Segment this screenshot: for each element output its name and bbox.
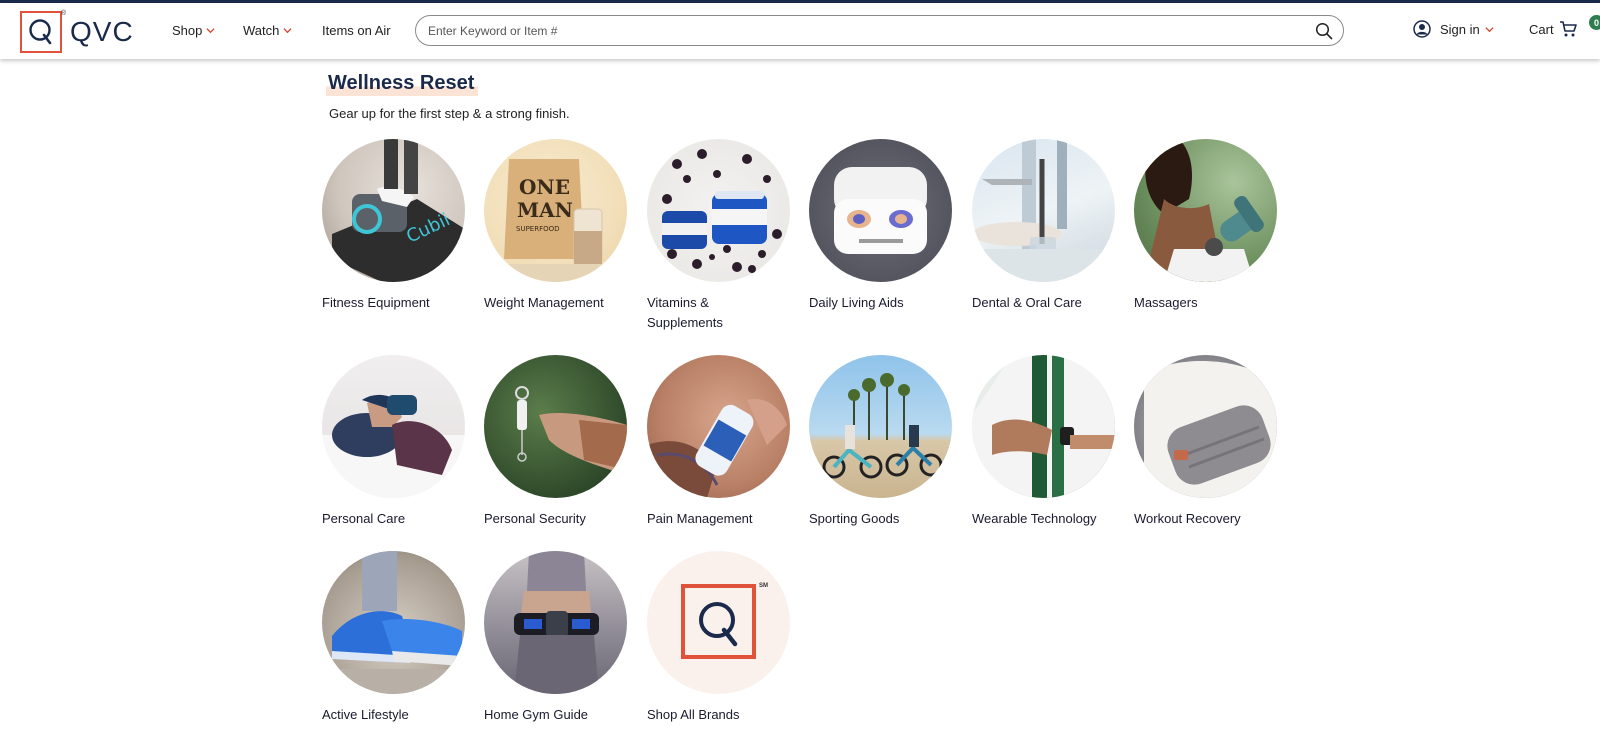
category-label: Home Gym Guide	[484, 707, 589, 722]
category-label: Shop All Brands	[647, 707, 740, 722]
category-active-lifestyle[interactable]: Active Lifestyle	[322, 551, 468, 725]
pain-management-image	[647, 355, 790, 498]
nav-watch[interactable]: Watch	[243, 23, 292, 38]
search-input[interactable]	[428, 22, 1288, 40]
category-label: Weight Management	[484, 295, 604, 310]
svg-text:SUPERFOOD: SUPERFOOD	[516, 225, 560, 233]
category-label: Dental & Oral Care	[972, 295, 1082, 310]
nav-shop[interactable]: Shop	[172, 23, 215, 38]
chevron-down-icon	[1485, 26, 1494, 32]
page-title: Wellness Reset	[326, 72, 479, 96]
category-fitness-equipment[interactable]: Cubii Fitness Equipment	[322, 139, 468, 313]
massagers-image	[1134, 139, 1277, 282]
category-label: Daily Living Aids	[809, 295, 904, 310]
category-label: Wearable Technology	[972, 511, 1097, 526]
qvc-logo[interactable]: ® QVC	[20, 10, 134, 53]
chevron-down-icon	[283, 28, 292, 34]
page-subtitle: Gear up for the first step & a strong fi…	[329, 106, 570, 121]
daily-living-aids-image	[809, 139, 952, 282]
category-label: Fitness Equipment	[322, 295, 430, 310]
fitness-equipment-image: Cubii	[322, 139, 465, 282]
weight-management-image: ONE MAN SUPERFOOD	[484, 139, 627, 282]
personal-security-image	[484, 355, 627, 498]
vitamins-supplements-image	[647, 139, 790, 282]
chevron-down-icon	[206, 28, 215, 34]
category-vitamins-supplements[interactable]: Vitamins & Supplements	[647, 139, 793, 333]
active-lifestyle-image	[322, 551, 465, 694]
category-sporting-goods[interactable]: Sporting Goods	[809, 355, 955, 529]
category-wearable-technology[interactable]: Wearable Technology	[972, 355, 1118, 529]
home-gym-guide-image	[484, 551, 627, 694]
qvc-logo-image: SM	[647, 551, 790, 694]
svg-text:MAN: MAN	[517, 198, 573, 222]
category-personal-care[interactable]: Personal Care	[322, 355, 468, 529]
category-shop-all-brands[interactable]: SM Shop All Brands	[647, 551, 793, 725]
category-weight-management[interactable]: ONE MAN SUPERFOOD Weight Management	[484, 139, 630, 313]
cart-label: Cart	[1529, 21, 1554, 37]
q-letter-icon	[29, 19, 52, 45]
logo-text: QVC	[70, 16, 134, 47]
nav-items-on-air-label: Items on Air	[322, 23, 391, 38]
cart-icon	[1559, 21, 1577, 37]
category-label: Active Lifestyle	[322, 707, 409, 722]
category-label: Personal Security	[484, 511, 586, 526]
category-label: Sporting Goods	[809, 511, 900, 526]
category-massagers[interactable]: Massagers	[1134, 139, 1280, 313]
category-label: Personal Care	[322, 511, 406, 526]
cart-count-badge: 0	[1589, 15, 1600, 30]
category-dental-oral-care[interactable]: Dental & Oral Care	[972, 139, 1118, 313]
category-label: Vitamins & Supplements	[647, 295, 723, 330]
cart-button[interactable]: Cart 0	[1529, 15, 1600, 38]
workout-recovery-image	[1134, 355, 1277, 498]
service-mark: SM	[759, 583, 768, 589]
qvc-brand-icon	[681, 584, 756, 659]
category-daily-living-aids[interactable]: Daily Living Aids	[809, 139, 955, 313]
category-label: Massagers	[1134, 295, 1198, 310]
category-personal-security[interactable]: Personal Security	[484, 355, 630, 529]
sign-in-menu[interactable]: Sign in	[1413, 20, 1494, 38]
category-workout-recovery[interactable]: Workout Recovery	[1134, 355, 1280, 529]
nav-shop-label: Shop	[172, 23, 203, 38]
category-home-gym-guide[interactable]: Home Gym Guide	[484, 551, 630, 725]
search-icon[interactable]	[1315, 22, 1333, 40]
dental-oral-care-image	[972, 139, 1115, 282]
nav-items-on-air[interactable]: Items on Air	[322, 23, 391, 38]
sporting-goods-image	[809, 355, 952, 498]
search-bar	[415, 15, 1344, 46]
user-icon	[1413, 20, 1431, 38]
category-label: Workout Recovery	[1134, 511, 1241, 526]
personal-care-image	[322, 355, 465, 498]
site-header: ® QVC Shop Watch Items on Air Sign in Ca…	[0, 3, 1600, 59]
svg-text:ONE: ONE	[519, 175, 570, 199]
sign-in-label: Sign in	[1440, 21, 1480, 37]
nav-watch-label: Watch	[243, 23, 280, 38]
qvc-logo-mark: ®	[20, 10, 66, 53]
wearable-technology-image	[972, 355, 1115, 498]
category-label: Pain Management	[647, 511, 753, 526]
category-pain-management[interactable]: Pain Management	[647, 355, 793, 529]
registered-mark: ®	[60, 10, 66, 17]
